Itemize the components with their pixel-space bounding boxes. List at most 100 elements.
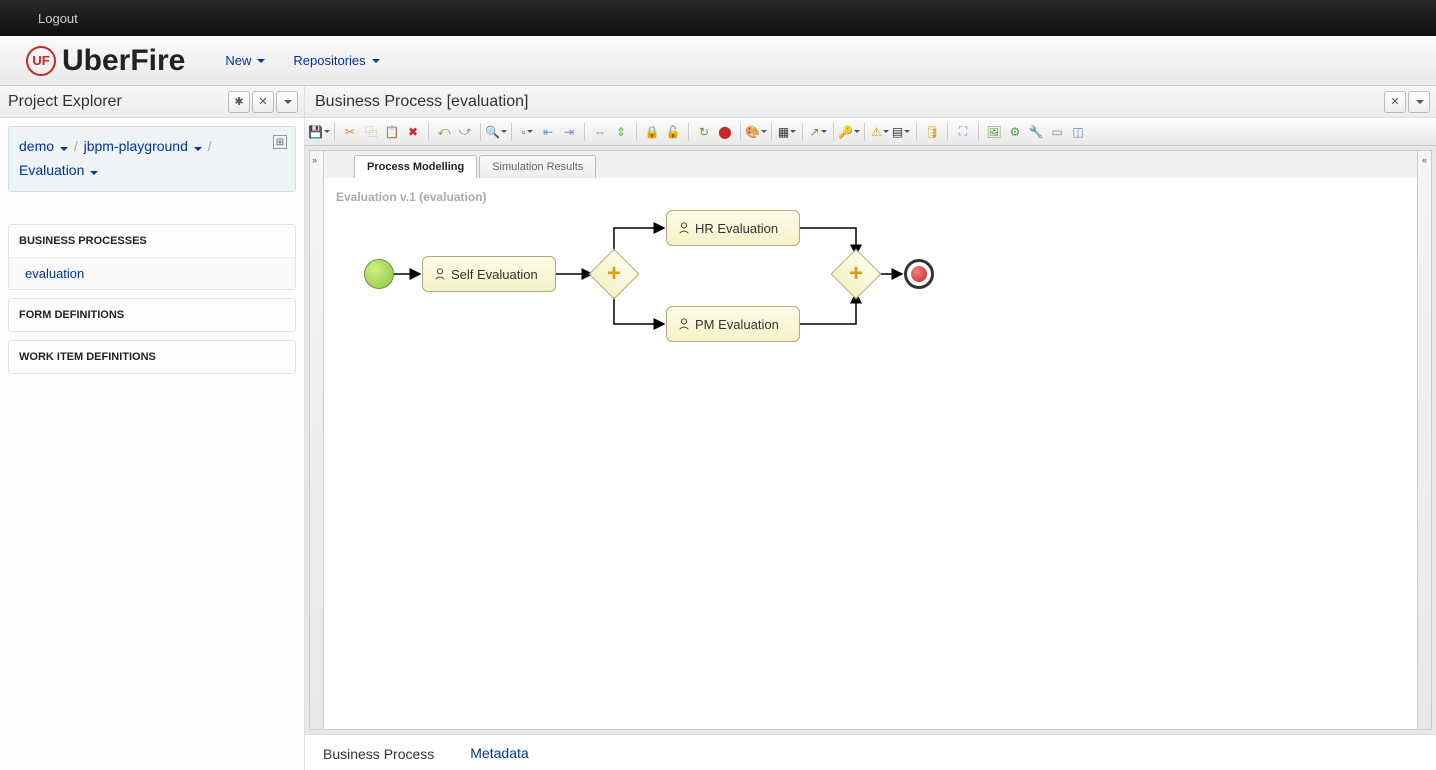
lock-icon: 🔒	[645, 125, 660, 139]
paste-icon: 📋	[385, 125, 400, 139]
chevron-right-icon: »	[312, 155, 317, 165]
group-work-item-definitions[interactable]: WORK ITEM DEFINITIONS	[9, 341, 295, 373]
bpmn-task-pm-evaluation[interactable]: PM Evaluation	[666, 306, 800, 342]
bpmn-start-event[interactable]	[364, 259, 394, 289]
layers-icon: ▤	[892, 125, 903, 139]
caret-down-icon	[284, 100, 292, 104]
bpmn-parallel-gateway-join[interactable]: +	[838, 256, 874, 292]
color-icon: 🎨	[745, 125, 760, 139]
tool-button[interactable]: 🔧	[1026, 122, 1046, 142]
explorer-settings-button[interactable]: ✱	[228, 91, 250, 113]
right-gutter[interactable]: «	[1417, 151, 1431, 729]
breadcrumb-org[interactable]: demo	[19, 138, 68, 154]
group-business-processes[interactable]: BUSINESS PROCESSES	[9, 225, 295, 257]
brand-name: UberFire	[62, 44, 185, 78]
bottom-tab-business-process[interactable]: Business Process	[305, 736, 452, 770]
brand: UF UberFire	[26, 44, 185, 78]
settings-button[interactable]: ⚙	[1005, 122, 1025, 142]
breadcrumb-project[interactable]: Evaluation	[19, 162, 98, 178]
export-button[interactable]: ↗	[808, 122, 828, 142]
align-icon: ⇤	[543, 125, 553, 139]
key-button[interactable]: 🔑	[839, 122, 859, 142]
close-icon: ✕	[258, 95, 267, 108]
breadcrumb-expand-button[interactable]: ⊞	[273, 135, 287, 149]
fullscreen-icon: ⛶	[959, 124, 967, 139]
align2-button[interactable]: ⇥	[559, 122, 579, 142]
breadcrumb: demo / jbpm-playground / Evaluation ⊞	[8, 126, 296, 192]
bottom-tab-metadata[interactable]: Metadata	[452, 737, 546, 769]
breadcrumb-separator: /	[72, 138, 80, 154]
distribute-v-button[interactable]: ⇕	[611, 122, 631, 142]
menu-new[interactable]: New	[213, 47, 277, 74]
zoom-icon: 🔍	[485, 125, 500, 139]
menu-repositories-label: Repositories	[293, 53, 365, 68]
breadcrumb-repo[interactable]: jbpm-playground	[84, 138, 202, 154]
group-form-definitions[interactable]: FORM DEFINITIONS	[9, 299, 295, 331]
distribute-icon: ⇕	[616, 125, 626, 139]
logout-link[interactable]: Logout	[38, 11, 78, 26]
caret-down-icon	[1416, 100, 1424, 104]
connect-icon: ⬤	[718, 125, 731, 139]
new-button[interactable]: ▫	[517, 122, 537, 142]
align-button[interactable]: ⇤	[538, 122, 558, 142]
image-icon: 🖼	[986, 125, 1001, 139]
left-gutter[interactable]: »	[310, 151, 324, 729]
bpmn-parallel-gateway-split[interactable]: +	[596, 256, 632, 292]
redo-icon: ⤻	[459, 124, 472, 139]
gear-icon: ⚙	[1010, 125, 1021, 139]
user-icon	[433, 267, 447, 281]
undo-button[interactable]: ⤺	[434, 122, 454, 142]
tab-process-modelling[interactable]: Process Modelling	[354, 155, 477, 178]
export-icon: ↗	[809, 125, 819, 139]
unlock-button[interactable]: 🔓	[663, 122, 683, 142]
bpmn-task-hr-evaluation[interactable]: HR Evaluation	[666, 210, 800, 246]
bpmn-task-self-evaluation[interactable]: Self Evaluation	[422, 256, 556, 292]
brand-logo: UF	[26, 46, 56, 76]
refresh-button[interactable]: ↻	[694, 122, 714, 142]
caret-down-icon	[372, 59, 380, 63]
canvas-title: Evaluation v.1 (evaluation)	[336, 190, 486, 204]
caret-down-icon	[90, 171, 98, 175]
delete-icon: ✖	[408, 125, 418, 139]
undo-icon: ⤺	[438, 124, 451, 139]
task-label: Self Evaluation	[451, 267, 538, 282]
process-item-evaluation[interactable]: evaluation	[9, 257, 295, 289]
delete-button[interactable]: ✖	[403, 122, 423, 142]
tool-icon: 🔧	[1029, 125, 1044, 139]
menu-new-label: New	[225, 53, 251, 68]
tab-simulation-results[interactable]: Simulation Results	[479, 155, 596, 178]
lock-button[interactable]: 🔒	[642, 122, 662, 142]
menu-repositories[interactable]: Repositories	[281, 47, 391, 74]
layers-button[interactable]: ▤	[891, 122, 911, 142]
panels-icon: ◫	[1072, 125, 1083, 139]
paste-button[interactable]: 📋	[382, 122, 402, 142]
db-button[interactable]: 🛢	[922, 122, 942, 142]
panels-button[interactable]: ◫	[1068, 122, 1088, 142]
editor-dropdown-button[interactable]	[1408, 91, 1430, 113]
copy-button[interactable]: ⿻	[361, 122, 381, 142]
db-icon: 🛢	[924, 125, 939, 139]
explorer-dropdown-button[interactable]	[276, 91, 298, 113]
save-icon: 💾	[308, 125, 323, 139]
zoom-button[interactable]: 🔍	[486, 122, 506, 142]
explorer-close-button[interactable]: ✕	[252, 91, 274, 113]
bpmn-end-event[interactable]	[904, 259, 934, 289]
grid-button[interactable]: ▦	[777, 122, 797, 142]
window-icon: ▭	[1051, 125, 1062, 139]
grid-icon: ▦	[778, 125, 789, 139]
distribute-h-button[interactable]: ⇔	[590, 122, 610, 142]
cut-button[interactable]: ✂	[340, 122, 360, 142]
task-label: PM Evaluation	[695, 317, 779, 332]
bpmn-canvas[interactable]: Evaluation v.1 (evaluation)	[324, 178, 1417, 729]
window-button[interactable]: ▭	[1047, 122, 1067, 142]
warning-button[interactable]: ⚠	[870, 122, 890, 142]
redo-button[interactable]: ⤻	[455, 122, 475, 142]
connect-button[interactable]: ⬤	[715, 122, 735, 142]
fullscreen-button[interactable]: ⛶	[953, 122, 973, 142]
refresh-icon: ↻	[699, 125, 709, 139]
plus-icon: ⊞	[276, 134, 284, 151]
color-button[interactable]: 🎨	[746, 122, 766, 142]
save-button[interactable]: 💾	[309, 122, 329, 142]
image-button[interactable]: 🖼	[984, 122, 1004, 142]
editor-close-button[interactable]: ✕	[1384, 91, 1406, 113]
